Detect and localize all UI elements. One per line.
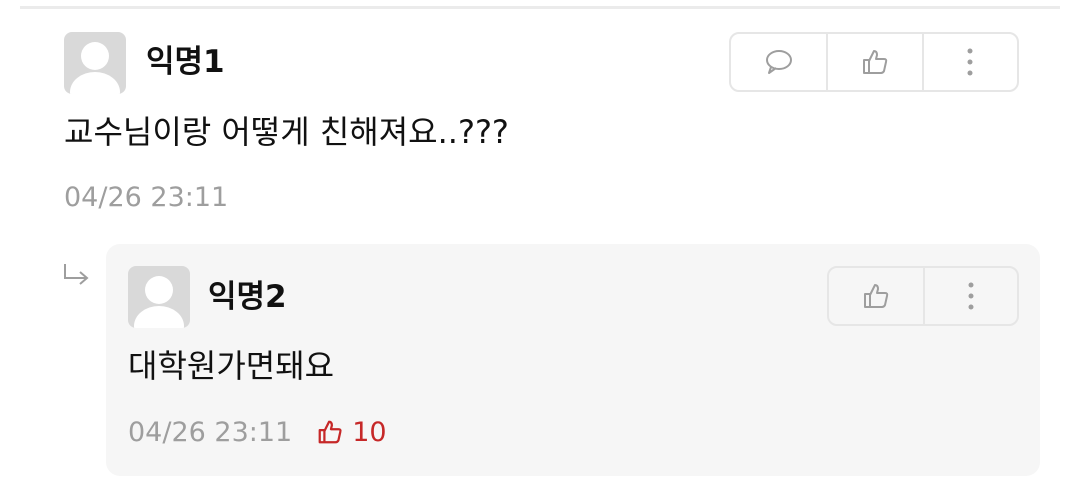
like-count-value: 10 xyxy=(352,416,387,448)
like-button[interactable] xyxy=(826,34,921,90)
reply-button[interactable] xyxy=(731,34,826,90)
reply-time: 04/26 23:11 xyxy=(128,416,293,448)
like-count: 10 xyxy=(316,416,387,448)
more-button[interactable] xyxy=(921,34,1017,90)
thumbs-up-icon xyxy=(318,420,342,444)
reply-like-button[interactable] xyxy=(829,268,923,324)
comment-author: 익명1 xyxy=(146,44,225,80)
avatar xyxy=(64,32,126,94)
reply-meta: 04/26 23:11 10 xyxy=(128,418,387,446)
reply-arrow-icon xyxy=(64,264,89,285)
reply-author: 익명2 xyxy=(208,279,287,315)
thumbs-up-icon xyxy=(863,50,888,74)
speech-bubble-icon xyxy=(765,50,792,74)
avatar xyxy=(128,266,190,328)
reply-text: 대학원가면돼요 xyxy=(128,347,335,385)
top-divider xyxy=(20,6,1060,9)
comment-text: 교수님이랑 어떻게 친해져요..??? xyxy=(64,113,509,151)
comment-time: 04/26 23:11 xyxy=(64,182,229,213)
more-vertical-icon xyxy=(967,48,973,76)
more-vertical-icon xyxy=(968,282,974,310)
reply-more-button[interactable] xyxy=(922,268,1017,324)
thumbs-up-icon xyxy=(863,284,889,308)
reply-actions xyxy=(827,266,1019,326)
comment-actions xyxy=(729,32,1019,92)
